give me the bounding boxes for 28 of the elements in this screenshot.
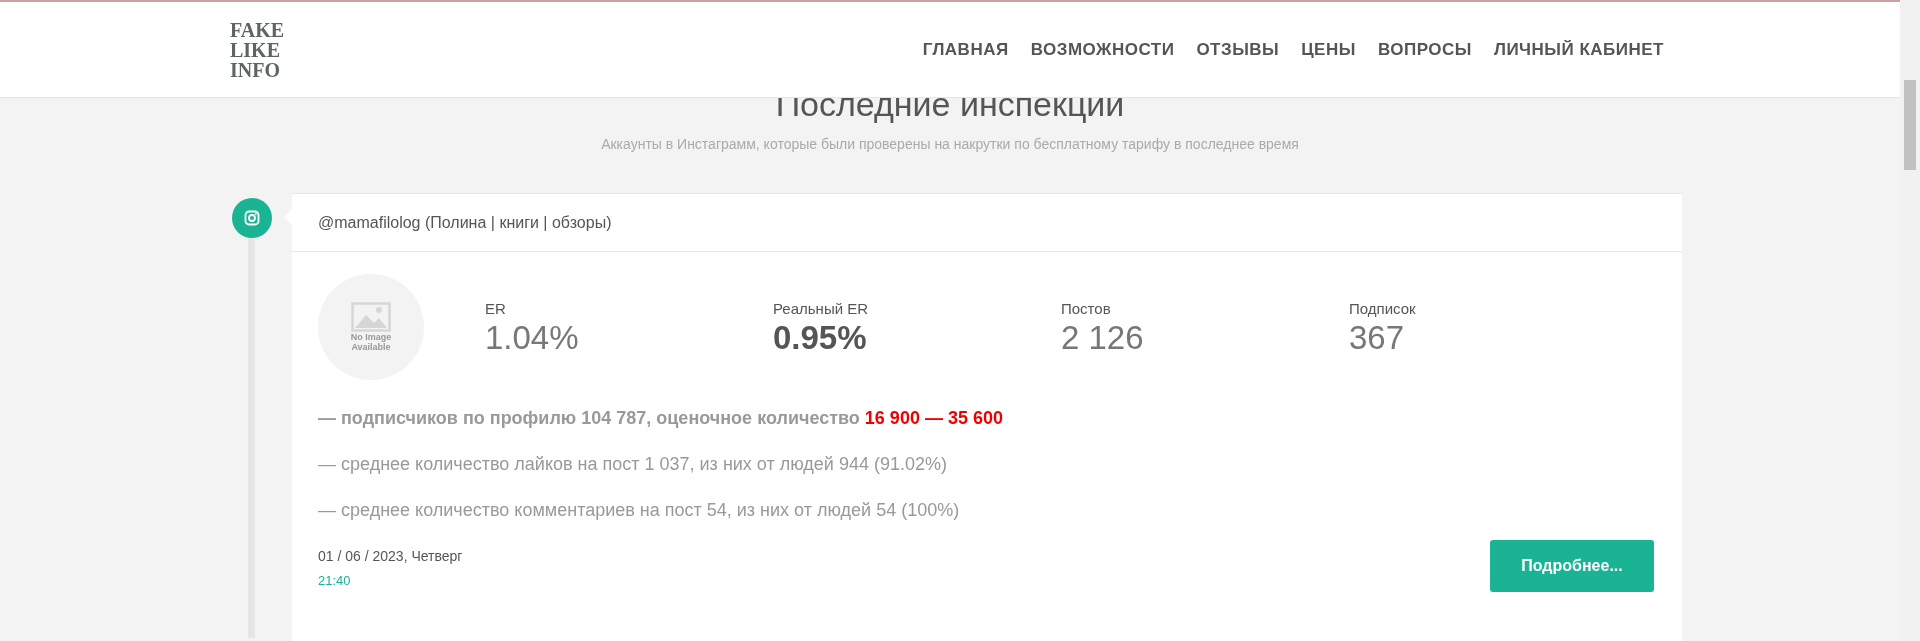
nav-link[interactable]: ЦЕНЫ (1301, 36, 1356, 63)
nav-link[interactable]: ВОЗМОЖНОСТИ (1030, 36, 1175, 63)
logo-text[interactable]: LIKE (230, 39, 285, 60)
inspection-time: 21:40 (318, 572, 352, 590)
logo-text[interactable]: FAKE (230, 19, 285, 40)
stat-value: 2 126 (1061, 320, 1145, 357)
nav-link[interactable]: ОТЗЫВЫ (1196, 36, 1280, 63)
stat-line: — среднее количество лайков на пост 1 037, из них от людей 944 (91.02%) (318, 453, 948, 476)
logo-text[interactable]: INFO (230, 59, 285, 80)
inspection-date: 01 / 06 / 2023, Четверг (318, 547, 463, 566)
stat-label: Подписок (1349, 298, 1417, 319)
stat-value: 0.95% (773, 320, 868, 357)
stat-label: ER (485, 298, 507, 319)
scrollbar-thumb[interactable] (1904, 80, 1916, 170)
section-subtitle: Аккаунты в Инстаграмм, которые были проверены на накрутки по бесплатному тарифу в последнее время (601, 135, 1299, 154)
stat-line: — среднее количество комментариев на пост 54, из них от людей 54 (100%) (318, 499, 961, 522)
image-icon (351, 302, 391, 332)
account-name: @mamafilolog (Полина | книги | обзоры) (318, 212, 612, 233)
stat-value: 367 (1349, 320, 1406, 357)
stat-line: — подписчиков по профилю 104 787, оценочное количество 16 900 — 35 600 (318, 407, 1004, 430)
stat-value: 1.04% (485, 320, 580, 357)
stat-label: Постов (1061, 298, 1112, 319)
instagram-icon (244, 210, 260, 226)
nav-link[interactable]: ГЛАВНАЯ (922, 36, 1009, 63)
nav-link[interactable]: ВОПРОСЫ (1377, 36, 1472, 63)
stat-label: Реальный ER (773, 298, 870, 319)
placeholder-text: No Image Available (349, 332, 393, 352)
nav-link[interactable]: ЛИЧНЫЙ КАБИНЕТ (1493, 36, 1664, 63)
